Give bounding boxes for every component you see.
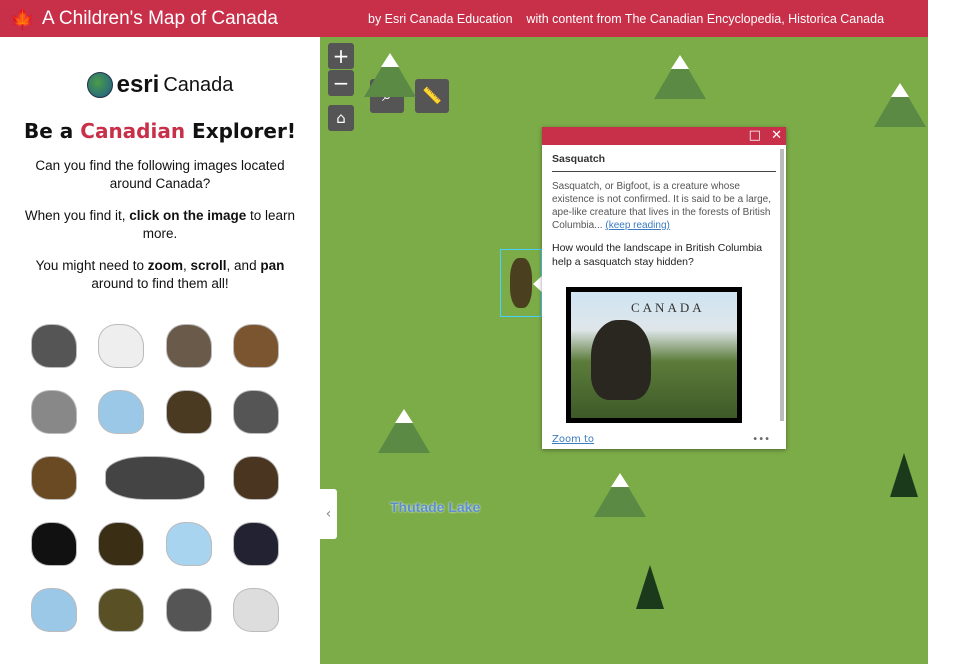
tree-icon[interactable] <box>890 453 918 497</box>
caribou-image[interactable] <box>155 315 223 377</box>
popup-scrollbar[interactable] <box>780 149 784 421</box>
cloud-image[interactable] <box>20 579 88 641</box>
globe-icon <box>86 72 113 98</box>
measure-ruler-icon[interactable]: 📏 <box>415 79 449 113</box>
lake-label: Thutade Lake <box>390 499 481 515</box>
maximize-icon[interactable]: □ <box>749 128 761 143</box>
narwhal-image[interactable] <box>223 513 291 575</box>
mountain-icon[interactable] <box>364 53 416 97</box>
walrus-image[interactable] <box>20 315 88 377</box>
logo-brand: esri <box>116 71 160 98</box>
grizzly-bear-image[interactable] <box>223 315 291 377</box>
sasquatch-stamp-image: CANADA <box>566 287 742 423</box>
instruction-navigate: You might need to zoom, scroll, and pan … <box>35 258 285 291</box>
mountain-icon[interactable] <box>654 55 706 99</box>
tree-icon[interactable] <box>636 565 664 609</box>
keep-reading-link[interactable]: (keep reading) <box>605 220 669 231</box>
bison-image[interactable] <box>20 447 88 509</box>
esri-canada-logo: esri Canada <box>0 71 320 99</box>
orca-image[interactable] <box>20 513 88 575</box>
right-margin <box>928 0 965 664</box>
moose-image[interactable] <box>223 447 291 509</box>
logo-name: Canada <box>163 73 234 96</box>
popup-question: How would the landscape in British Colum… <box>552 242 763 268</box>
steam-train-image[interactable] <box>88 447 223 509</box>
popup-titlebar: □ ✕ <box>542 127 786 145</box>
popup-title: Sasquatch <box>552 153 776 172</box>
mountain-icon[interactable] <box>874 83 926 127</box>
polar-bear-image[interactable] <box>88 315 156 377</box>
home-icon[interactable]: ⌂ <box>328 105 354 131</box>
horse-image[interactable] <box>223 579 291 641</box>
popup: □ ✕ Sasquatch Sasquatch, or Bigfoot, is … <box>542 127 786 449</box>
sidebar: esri Canada Be a Canadian Explorer! Can … <box>0 37 320 664</box>
muskox-image[interactable] <box>88 513 156 575</box>
instruction-click: When you find it, click on the image to … <box>24 208 296 241</box>
sasquatch-image[interactable] <box>88 579 156 641</box>
map-view[interactable]: + − ⌕ 📏 ⌂ Thutade Lake ‹ □ ✕ Sasquatch S… <box>320 37 928 664</box>
collapse-sidebar-button[interactable]: ‹ <box>320 489 337 539</box>
credits: by Esri Canada Education with content fr… <box>368 11 885 26</box>
zoom-out-button[interactable]: − <box>328 70 354 96</box>
iceberg-image[interactable] <box>155 513 223 575</box>
image-grid <box>20 315 290 641</box>
intro-text: Can you find the following images locate… <box>35 158 285 191</box>
seal-image[interactable] <box>155 579 223 641</box>
maple-leaf-icon: 🍁 <box>10 6 35 31</box>
sidebar-heading: Be a Canadian Explorer! <box>24 119 296 143</box>
app-title: A Children's Map of Canada <box>42 7 278 29</box>
rain-cloud-image[interactable] <box>88 381 156 443</box>
more-actions-button[interactable]: ••• <box>752 434 770 445</box>
zoom-in-button[interactable]: + <box>328 43 354 69</box>
mountain-icon[interactable] <box>378 409 430 453</box>
beaver-image[interactable] <box>155 381 223 443</box>
wolf-image[interactable] <box>223 381 291 443</box>
popup-description: Sasquatch, or Bigfoot, is a creature who… <box>552 181 771 231</box>
close-icon[interactable]: ✕ <box>771 128 782 143</box>
app-header: 🍁 A Children's Map of Canada by Esri Can… <box>0 0 928 37</box>
mountain-icon[interactable] <box>594 473 646 517</box>
inukshuk-image[interactable] <box>20 381 88 443</box>
zoom-to-link[interactable]: Zoom to <box>552 434 594 445</box>
